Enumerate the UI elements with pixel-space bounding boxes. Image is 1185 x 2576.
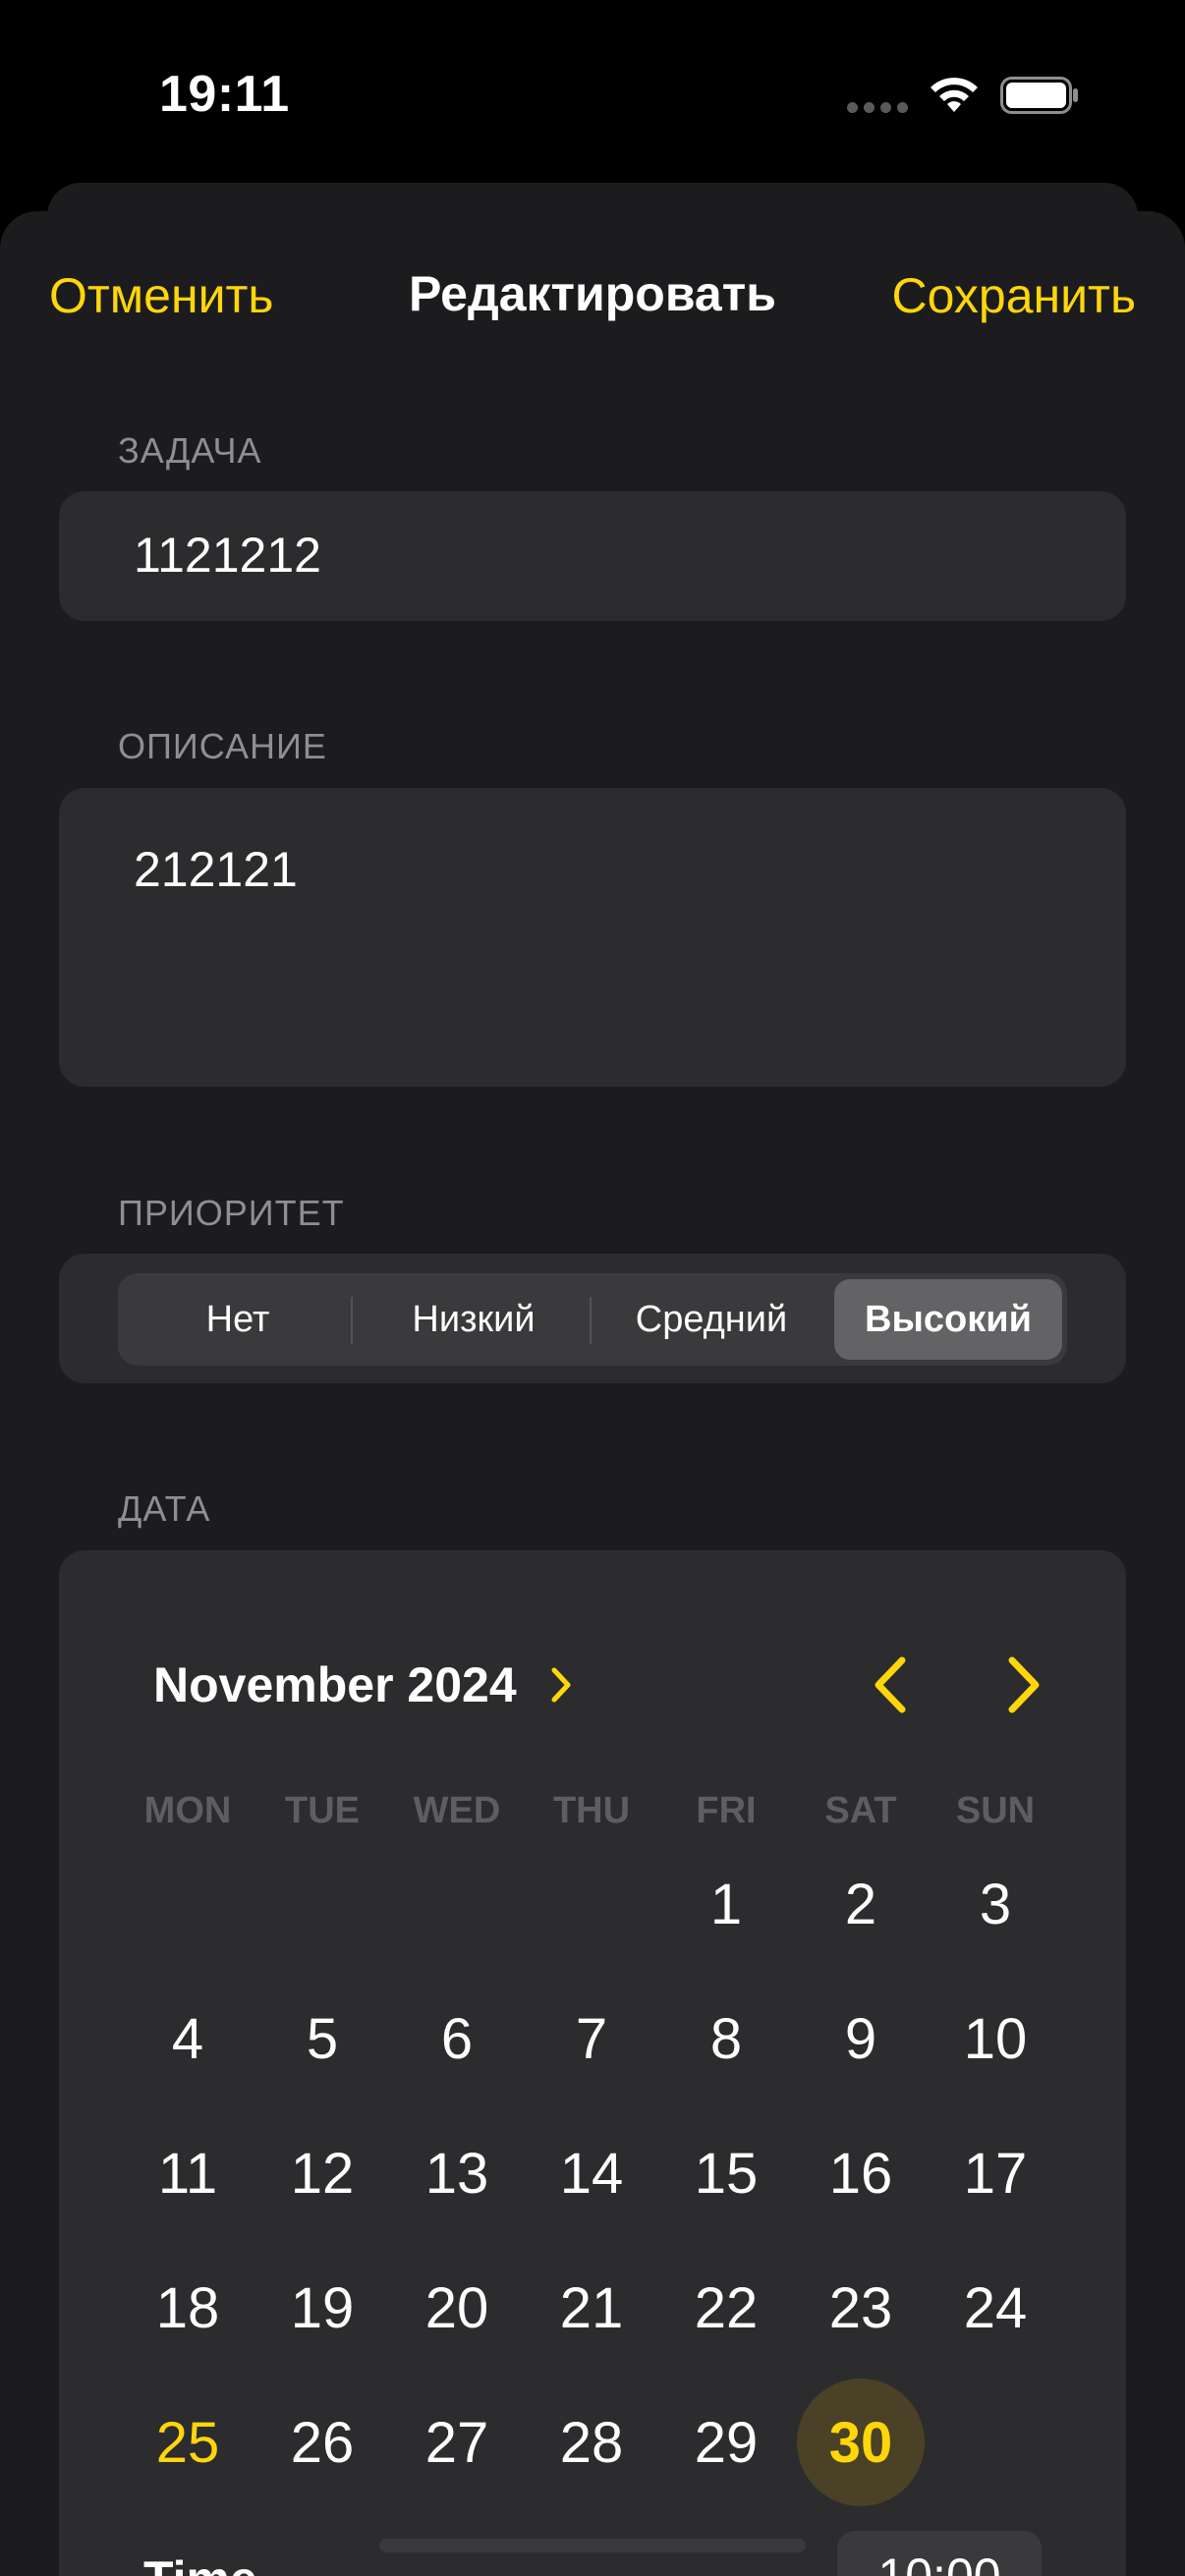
task-field[interactable]: 1121212 [59,491,1126,621]
wifi-icon [931,78,978,112]
weekday-label: THU [552,1790,631,1831]
save-button[interactable]: Сохранить [892,267,1136,324]
calendar-day[interactable]: 11 [124,2109,252,2237]
weekday-label: FRI [696,1790,757,1831]
calendar-day[interactable]: 22 [662,2244,790,2372]
description-field-value[interactable]: 212121 [134,841,298,898]
weekday-label: SUN [955,1790,1036,1831]
calendar-day[interactable]: 16 [797,2109,925,2237]
calendar-day[interactable]: 3 [931,1840,1059,1968]
calendar-day[interactable]: 6 [393,1975,521,2102]
calendar-day[interactable]: 29 [662,2379,790,2506]
description-section-label: ОПИСАНИЕ [118,726,327,766]
next-month-icon[interactable] [1000,1654,1045,1715]
priority-segmented-control: Нет Низкий Средний Высокий [118,1273,1067,1366]
calendar-day[interactable]: 26 [258,2379,386,2506]
status-time: 19:11 [159,66,290,123]
battery-icon [1000,77,1078,114]
calendar-day[interactable]: 23 [797,2244,925,2372]
month-year-label[interactable]: November 2024 [153,1656,517,1713]
calendar-day[interactable]: 12 [258,2109,386,2237]
calendar-day[interactable]: 18 [124,2244,252,2372]
calendar-day[interactable]: 7 [528,1975,655,2102]
edit-task-screen: 19:11 Отменить Редактировать Сохранить З… [0,0,1185,2576]
calendar-day[interactable]: 10 [931,1975,1059,2102]
description-field[interactable]: 212121 [59,788,1126,1087]
calendar-day[interactable]: 13 [393,2109,521,2237]
priority-option-none[interactable]: Нет [124,1279,352,1360]
task-field-value[interactable]: 1121212 [134,527,321,584]
weekday-label: MON [143,1790,232,1831]
chevron-right-icon[interactable] [546,1662,576,1708]
calendar-day[interactable]: 4 [124,1975,252,2102]
calendar-day[interactable]: 21 [528,2244,655,2372]
calendar-day[interactable]: 19 [258,2244,386,2372]
calendar-day[interactable]: 17 [931,2109,1059,2237]
calendar-day[interactable]: 2 [797,1840,925,1968]
time-picker-button[interactable]: 10:00 [837,2531,1042,2576]
previous-month-icon[interactable] [869,1654,914,1715]
calendar-day[interactable]: 1 [662,1840,790,1968]
calendar-day-today[interactable]: 25 [124,2379,252,2506]
calendar-day[interactable]: 24 [931,2244,1059,2372]
calendar-day[interactable]: 5 [258,1975,386,2102]
weekday-label: TUE [285,1790,360,1831]
signal-dots-icon [847,102,908,114]
weekday-label: WED [413,1790,501,1831]
date-section-label: ДАТА [118,1488,211,1529]
calendar-day[interactable]: 14 [528,2109,655,2237]
segment-divider [351,1297,353,1344]
home-indicator [379,2539,806,2552]
time-label: Time [143,2550,257,2576]
weekday-label: SAT [824,1790,897,1831]
calendar-day-selected[interactable]: 30 [797,2379,925,2506]
priority-option-low[interactable]: Низкий [360,1279,588,1360]
priority-option-medium[interactable]: Средний [597,1279,825,1360]
calendar-day[interactable]: 9 [797,1975,925,2102]
calendar-day[interactable]: 28 [528,2379,655,2506]
priority-section-label: ПРИОРИТЕТ [118,1193,345,1233]
calendar-day[interactable]: 27 [393,2379,521,2506]
task-section-label: ЗАДАЧА [118,430,262,471]
calendar-day[interactable]: 8 [662,1975,790,2102]
calendar-day[interactable]: 20 [393,2244,521,2372]
priority-option-high[interactable]: Высокий [834,1279,1062,1360]
calendar-day[interactable]: 15 [662,2109,790,2237]
segment-divider [590,1297,592,1344]
status-bar: 19:11 [0,0,1185,187]
